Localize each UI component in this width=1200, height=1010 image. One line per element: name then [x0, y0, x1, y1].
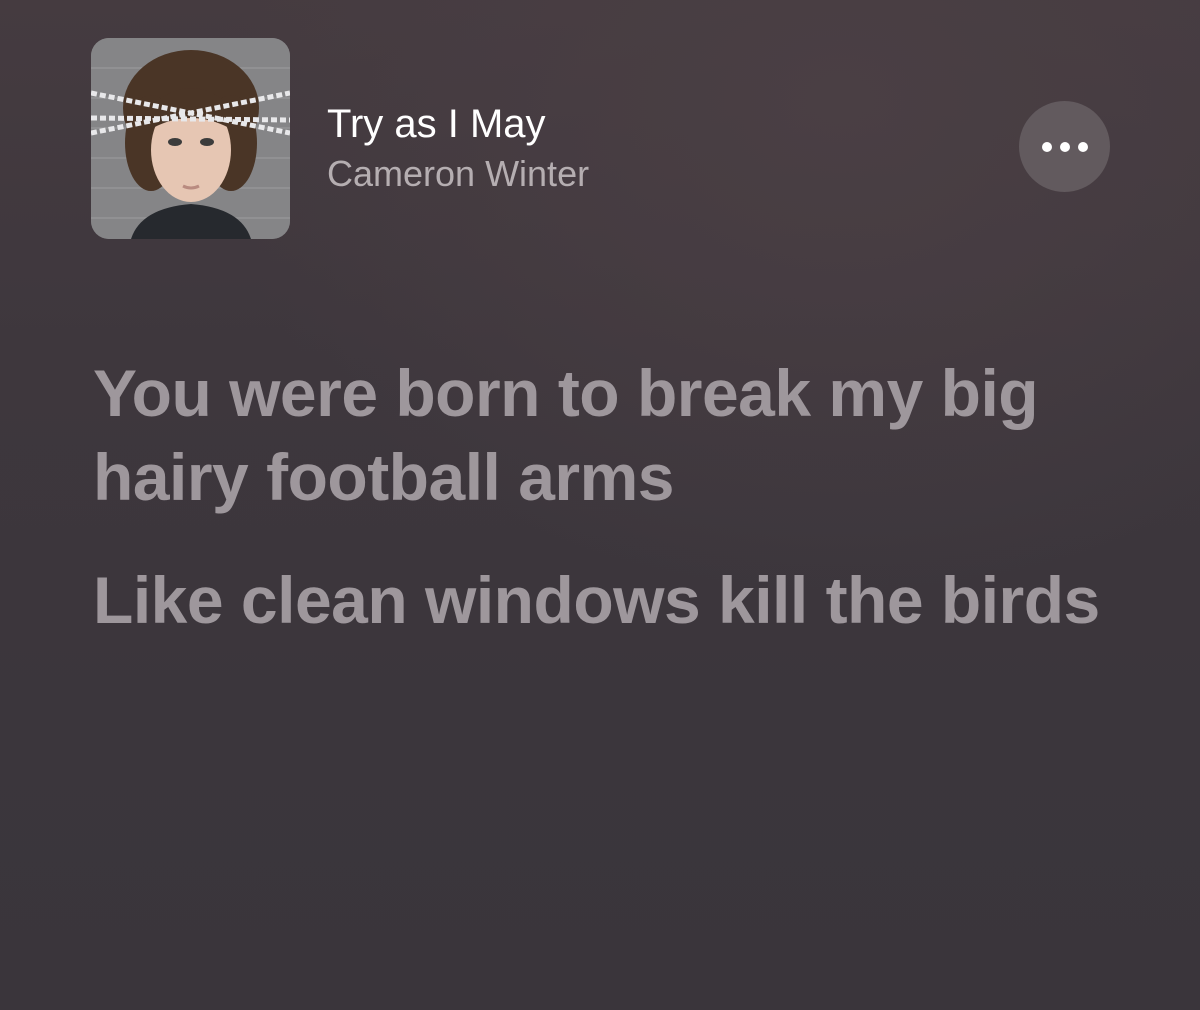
ellipsis-dot: [1041, 141, 1052, 152]
album-artwork[interactable]: [91, 38, 290, 239]
now-playing-header: Try as I May Cameron Winter: [0, 0, 1200, 260]
ellipsis-dot: [1077, 141, 1088, 152]
more-options-button[interactable]: [1019, 101, 1110, 192]
track-artist[interactable]: Cameron Winter: [327, 152, 589, 196]
lyrics-view: You were born to break my big hairy foot…: [93, 351, 1153, 681]
ellipsis-dot: [1059, 141, 1070, 152]
lyric-line[interactable]: You were born to break my big hairy foot…: [93, 351, 1153, 519]
track-title[interactable]: Try as I May: [327, 100, 546, 148]
ellipsis-icon: [1041, 141, 1088, 152]
lyric-line[interactable]: Like clean windows kill the birds: [93, 558, 1153, 642]
